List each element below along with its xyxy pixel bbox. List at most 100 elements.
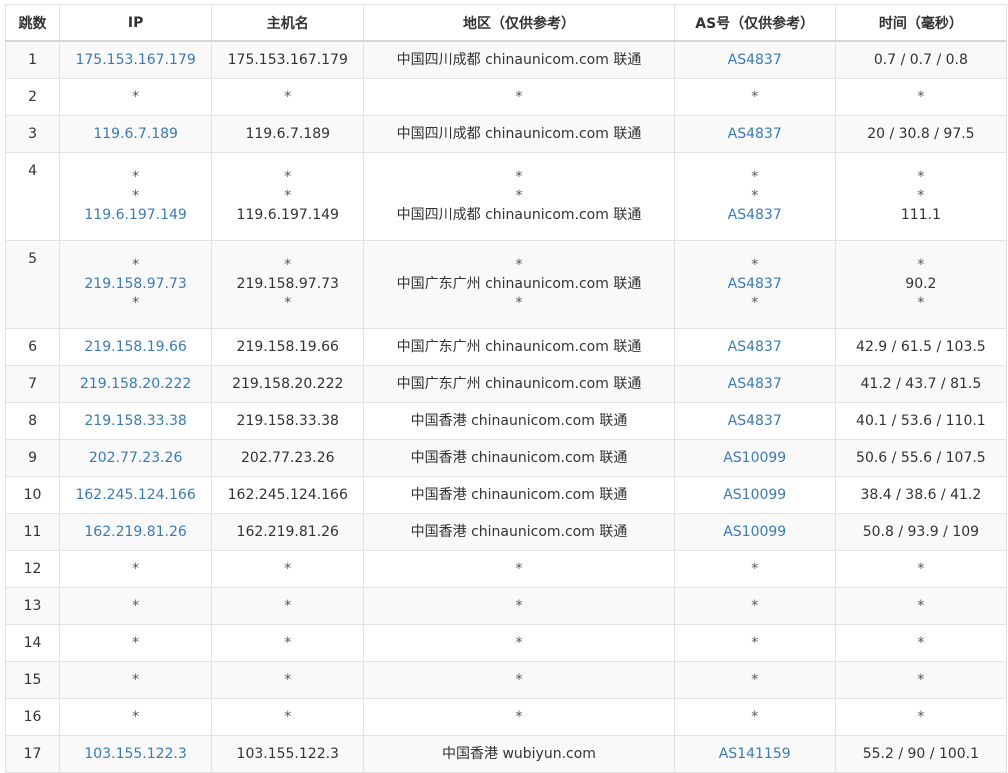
time-lines: * bbox=[836, 663, 1005, 698]
region-cell: * bbox=[363, 550, 675, 588]
ip-address-cell: * bbox=[59, 550, 213, 588]
table-row: 10 162.245.124.166 162.245.124.166 中国香港 chi… bbox=[4, 476, 1008, 514]
ip-address-link[interactable]: 219.158.33.38 bbox=[61, 412, 211, 431]
region-lines: 中国香港 chinaunicom.com 联通 bbox=[365, 441, 673, 476]
hostname-text: 219.158.20.222 bbox=[232, 375, 344, 392]
hostname-lines: * 219.158.97.73 * bbox=[213, 242, 363, 328]
as-number-cell: * * AS4837 bbox=[673, 152, 836, 241]
as-number-link[interactable]: AS4837 bbox=[675, 51, 834, 70]
ip-address-link[interactable]: 219.158.20.222 bbox=[61, 375, 211, 394]
as-number-cell: AS4837 bbox=[673, 365, 836, 403]
region-cell: 中国广东广州 chinaunicom.com 联通 bbox=[363, 365, 675, 403]
as-number-cell: AS10099 bbox=[673, 513, 836, 551]
as-number-lines: * AS4837 * bbox=[675, 242, 834, 328]
time-cell: 0.7 / 0.7 / 0.8 bbox=[834, 40, 1008, 79]
hostname-cell: * bbox=[211, 624, 365, 662]
hostname-empty: * bbox=[284, 188, 292, 204]
hostname-cell: 162.245.124.166 bbox=[211, 476, 365, 514]
as-number-lines: AS4837 bbox=[675, 330, 834, 365]
as-number-link[interactable]: AS10099 bbox=[675, 486, 834, 505]
time-lines: 20 / 30.8 / 97.5 bbox=[836, 117, 1005, 152]
region-lines: * 中国广东广州 chinaunicom.com 联通 * bbox=[365, 242, 673, 328]
region-text: 中国四川成都 chinaunicom.com 联通 bbox=[396, 207, 642, 223]
ip-address-link[interactable]: 175.153.167.179 bbox=[61, 51, 211, 70]
hostname-text: 103.155.122.3 bbox=[236, 745, 339, 762]
hostname-lines: 219.158.20.222 bbox=[213, 367, 363, 402]
hostname-text: 162.219.81.26 bbox=[236, 523, 339, 540]
ip-address-link[interactable]: 219.158.97.73 bbox=[61, 275, 211, 294]
ip-address-lines: 175.153.167.179 bbox=[61, 42, 211, 78]
time-cell: * * 111.1 bbox=[834, 152, 1008, 241]
ip-address-link[interactable]: 202.77.23.26 bbox=[61, 449, 211, 468]
hop-number: 8 bbox=[4, 402, 61, 440]
time-cell: 42.9 / 61.5 / 103.5 bbox=[834, 328, 1008, 366]
as-number-link[interactable]: AS4837 bbox=[675, 412, 834, 431]
hop-number: 10 bbox=[4, 476, 61, 514]
time-empty: * bbox=[917, 188, 925, 204]
hostname-empty: * bbox=[284, 88, 292, 105]
hostname-cell: 175.153.167.179 bbox=[211, 40, 365, 79]
region-lines: * bbox=[365, 589, 673, 624]
ip-address-link[interactable]: 119.6.7.189 bbox=[61, 125, 211, 144]
as-number-link[interactable]: AS4837 bbox=[675, 125, 834, 144]
hostname-lines: 119.6.7.189 bbox=[213, 117, 363, 152]
time-cell: 50.6 / 55.6 / 107.5 bbox=[834, 439, 1008, 477]
region-text: 中国香港 chinaunicom.com 联通 bbox=[410, 486, 628, 503]
hostname-cell: 219.158.19.66 bbox=[211, 328, 365, 366]
ip-address-link[interactable]: 103.155.122.3 bbox=[61, 745, 211, 764]
as-number-empty: * bbox=[751, 257, 759, 273]
time-empty: * bbox=[917, 295, 925, 311]
region-cell: * bbox=[363, 587, 675, 625]
region-text: 中国四川成都 chinaunicom.com 联通 bbox=[396, 51, 642, 68]
as-number-cell: AS4837 bbox=[673, 402, 836, 440]
hop-number: 16 bbox=[4, 698, 61, 736]
as-number-link[interactable]: AS141159 bbox=[675, 745, 834, 764]
ip-address-cell: * 219.158.97.73 * bbox=[59, 240, 213, 329]
ip-address-link[interactable]: 219.158.19.66 bbox=[61, 338, 211, 357]
time-lines: 38.4 / 38.6 / 41.2 bbox=[836, 478, 1005, 513]
table-row: 2 * * * * * bbox=[4, 78, 1008, 116]
hostname-lines: * bbox=[213, 663, 363, 698]
hostname-cell: 119.6.7.189 bbox=[211, 115, 365, 153]
header-host: 主机名 bbox=[211, 4, 365, 42]
table-row: 9 202.77.23.26 202.77.23.26 中国香港 chinaunico… bbox=[4, 439, 1008, 477]
table-row: 3 119.6.7.189 119.6.7.189 中国四川成都 chinaunico… bbox=[4, 115, 1008, 153]
as-number-link[interactable]: AS10099 bbox=[675, 523, 834, 542]
as-number-link[interactable]: AS4837 bbox=[675, 206, 834, 225]
ip-address-link[interactable]: 162.219.81.26 bbox=[61, 523, 211, 542]
hop-number: 7 bbox=[4, 365, 61, 403]
ip-address-empty: * bbox=[132, 169, 140, 185]
ip-address-link[interactable]: 162.245.124.166 bbox=[61, 486, 211, 505]
hostname-lines: * * 119.6.197.149 bbox=[213, 154, 363, 240]
hostname-lines: * bbox=[213, 80, 363, 115]
region-empty: * bbox=[515, 597, 523, 614]
as-number-cell: * bbox=[673, 78, 836, 116]
hostname-lines: * bbox=[213, 626, 363, 661]
hop-number: 4 bbox=[4, 152, 61, 241]
as-number-link[interactable]: AS4837 bbox=[675, 275, 834, 294]
as-number-link[interactable]: AS4837 bbox=[675, 375, 834, 394]
region-lines: * bbox=[365, 552, 673, 587]
region-lines: 中国广东广州 chinaunicom.com 联通 bbox=[365, 367, 673, 402]
time-cell: 50.8 / 93.9 / 109 bbox=[834, 513, 1008, 551]
as-number-link[interactable]: AS10099 bbox=[675, 449, 834, 468]
as-number-link[interactable]: AS4837 bbox=[675, 338, 834, 357]
as-number-cell: * bbox=[673, 587, 836, 625]
ip-address-cell: * bbox=[59, 78, 213, 116]
hostname-lines: * bbox=[213, 589, 363, 624]
hostname-empty: * bbox=[284, 295, 292, 311]
hostname-cell: * bbox=[211, 587, 365, 625]
region-lines: 中国香港 wubiyun.com bbox=[365, 737, 673, 772]
hop-number: 1 bbox=[4, 40, 61, 79]
hop-number: 6 bbox=[4, 328, 61, 366]
ip-address-cell: 162.245.124.166 bbox=[59, 476, 213, 514]
as-number-lines: AS10099 bbox=[675, 515, 834, 550]
hostname-lines: 219.158.33.38 bbox=[213, 404, 363, 439]
ip-address-link[interactable]: 119.6.197.149 bbox=[61, 206, 211, 225]
time-lines: * bbox=[836, 80, 1005, 115]
traceroute-table-container: 跳数 IP 主机名 地区（仅供参考） AS号（仅供参考） 时间（毫秒） 1 175… bbox=[4, 4, 1008, 773]
time-cell: 20 / 30.8 / 97.5 bbox=[834, 115, 1008, 153]
region-cell: 中国香港 chinaunicom.com 联通 bbox=[363, 513, 675, 551]
ip-address-lines: * bbox=[61, 700, 211, 735]
header-time: 时间（毫秒） bbox=[834, 4, 1008, 42]
